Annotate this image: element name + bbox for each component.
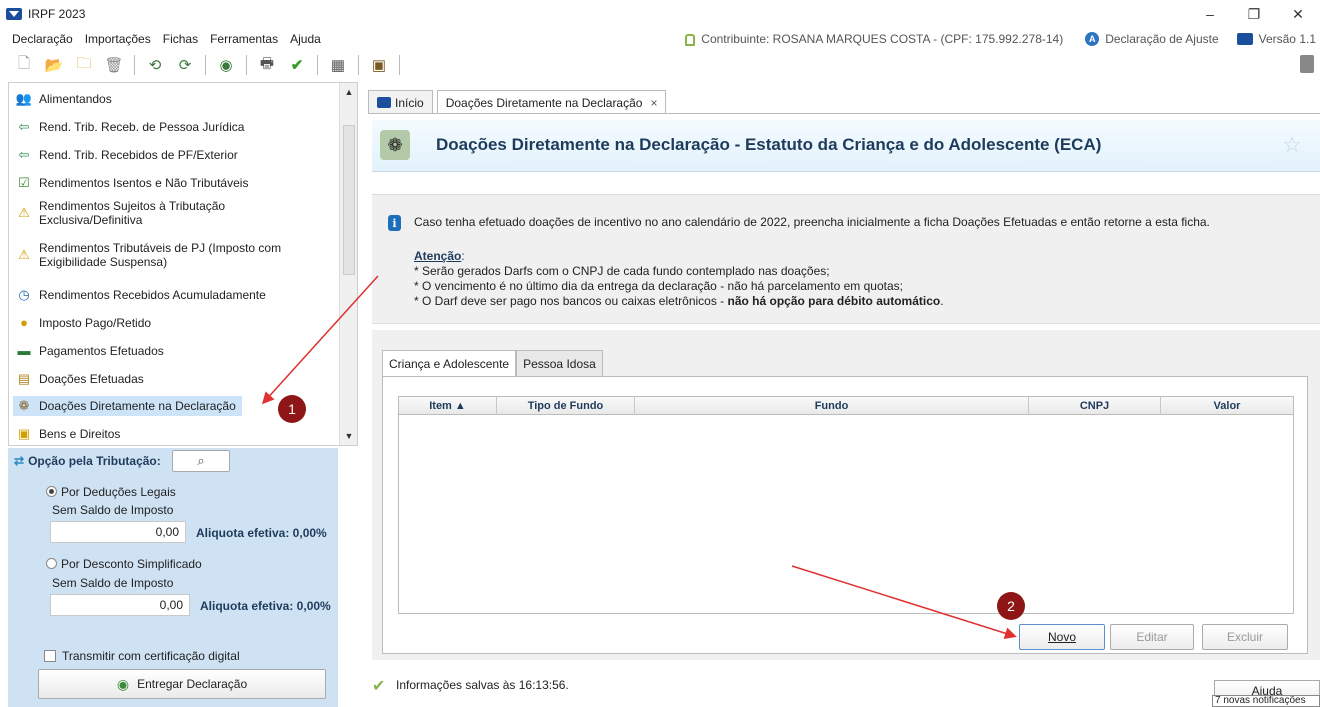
annotation-arrow-2 [791, 565, 1017, 640]
annotation-arrow-1 [261, 275, 379, 405]
annotation-marker-1: 1 [278, 395, 306, 423]
annotation-marker-2: 2 [997, 592, 1025, 620]
annotation-layer [261, 275, 1017, 640]
